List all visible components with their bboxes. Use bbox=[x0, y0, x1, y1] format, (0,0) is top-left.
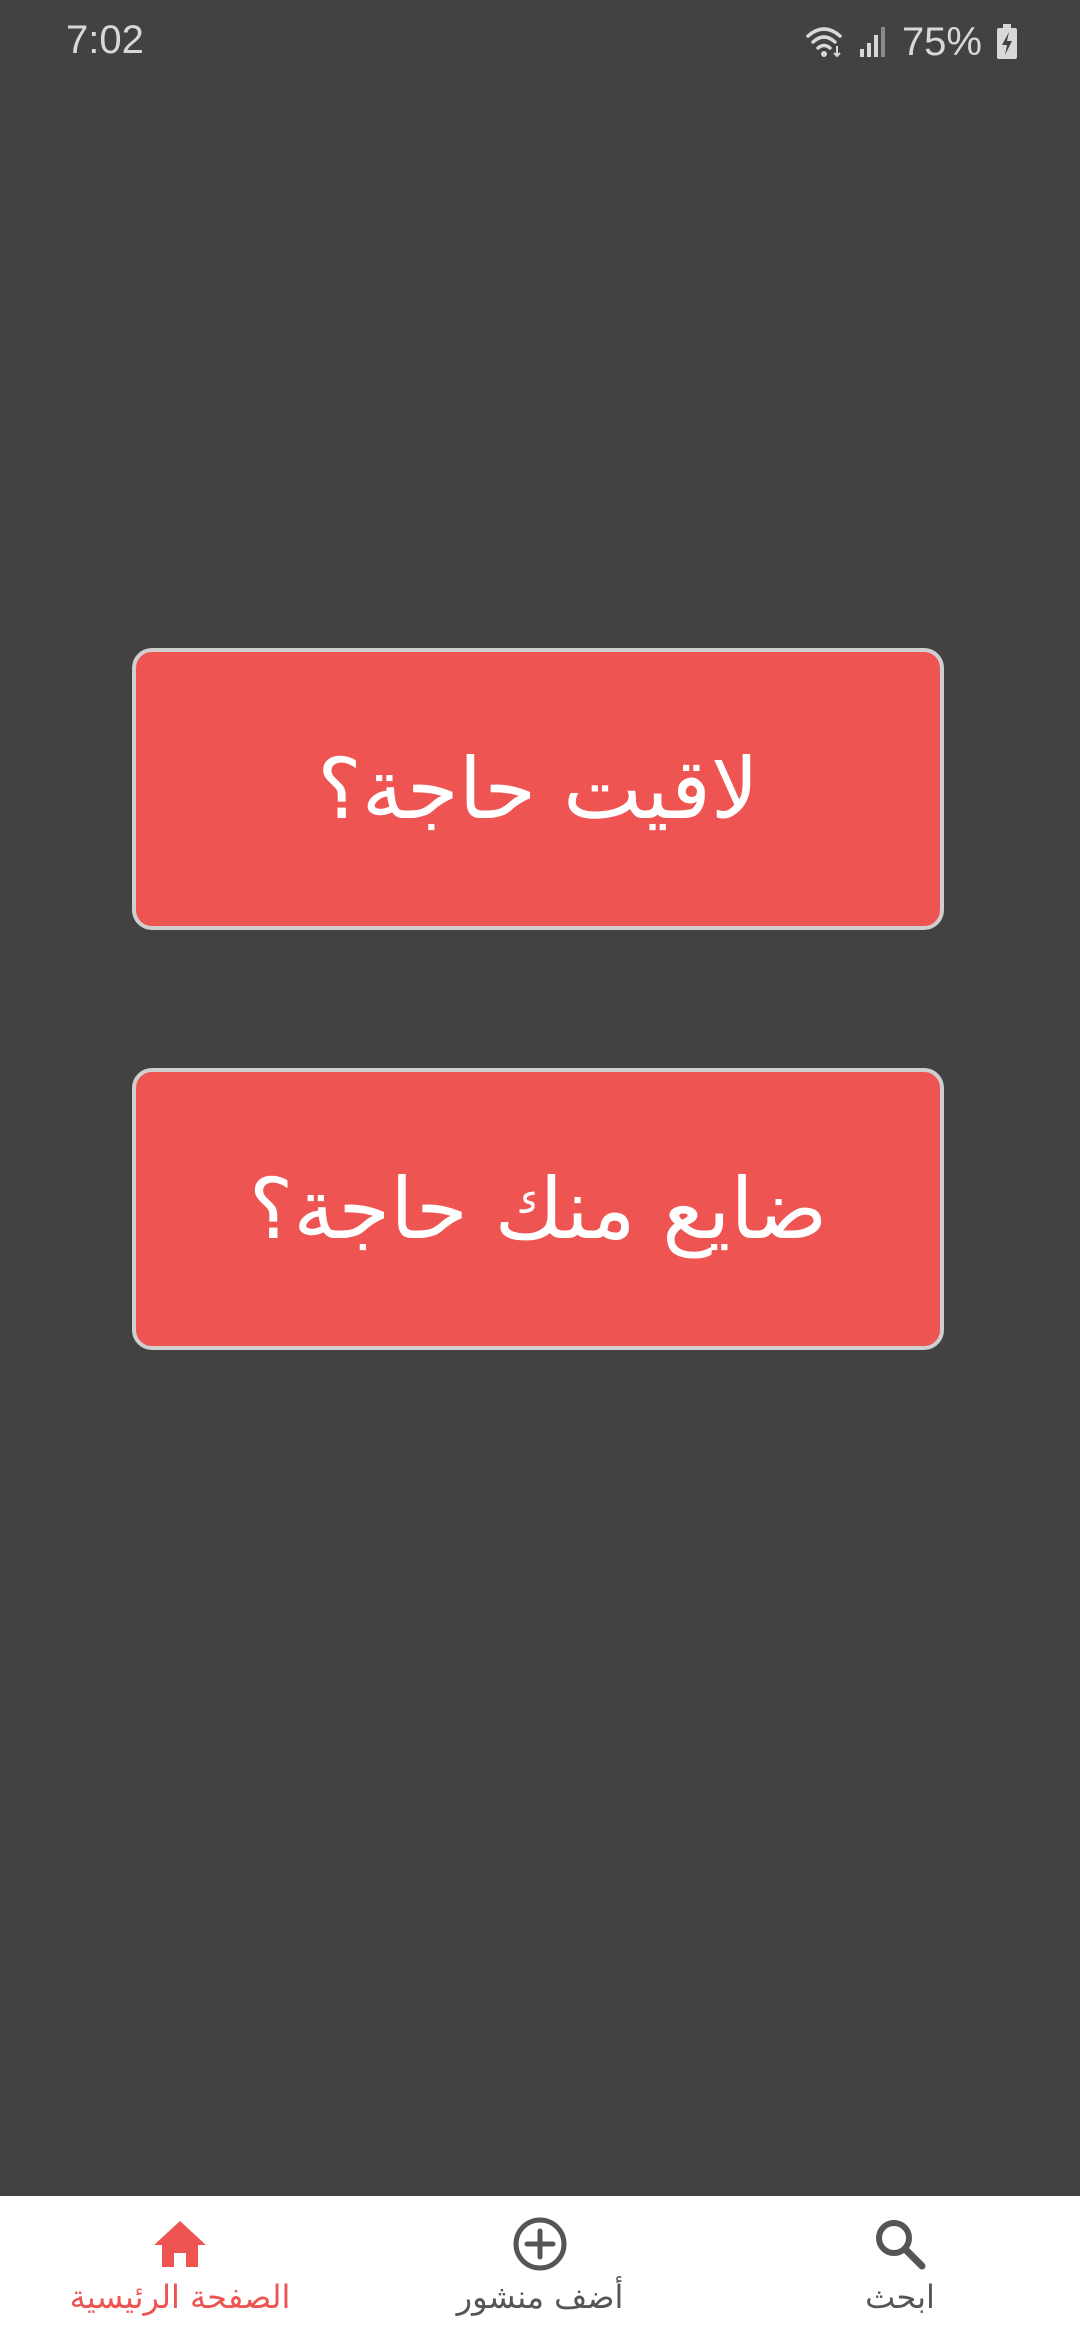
nav-item-search-label: ابحث bbox=[865, 2278, 935, 2316]
bottom-navigation: الصفحة الرئيسية أضف منشور ابحث bbox=[0, 2196, 1080, 2340]
status-time: 7:02 bbox=[66, 18, 144, 62]
found-item-button[interactable]: لاقيت حاجة؟ bbox=[132, 648, 944, 930]
search-icon bbox=[872, 2214, 928, 2274]
lost-item-button-label: ضايع منك حاجة؟ bbox=[248, 1160, 828, 1258]
found-item-button-label: لاقيت حاجة؟ bbox=[317, 740, 759, 838]
status-icons: 75% bbox=[804, 18, 1018, 66]
battery-percent: 75% bbox=[901, 19, 982, 64]
nav-item-search[interactable]: ابحث bbox=[720, 2196, 1080, 2340]
nav-item-add-post[interactable]: أضف منشور bbox=[360, 2196, 720, 2340]
wifi-icon bbox=[804, 24, 844, 60]
nav-item-home[interactable]: الصفحة الرئيسية bbox=[0, 2196, 360, 2340]
nav-item-add-post-label: أضف منشور bbox=[456, 2278, 624, 2316]
status-bar: 7:02 75% bbox=[0, 0, 1080, 84]
add-circle-icon bbox=[512, 2214, 568, 2274]
lost-item-button[interactable]: ضايع منك حاجة؟ bbox=[132, 1068, 944, 1350]
signal-icon bbox=[858, 25, 888, 59]
nav-item-home-label: الصفحة الرئيسية bbox=[69, 2278, 291, 2316]
home-icon bbox=[152, 2214, 208, 2274]
battery-charging-icon bbox=[996, 24, 1018, 60]
